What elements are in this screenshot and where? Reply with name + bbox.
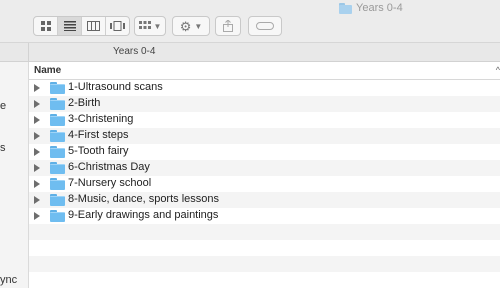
arrange-button[interactable]: ▼ <box>134 16 166 36</box>
list-view-icon <box>63 21 76 31</box>
folder-icon <box>50 82 65 94</box>
sort-ascending-icon: ^ <box>495 65 500 75</box>
item-name: 5-Tooth fairy <box>68 145 129 157</box>
window-title-label: Years 0-4 <box>356 2 403 14</box>
rows: 1-Ultrasound scans 2-Birth 3-Christening 4-… <box>29 80 500 272</box>
folder-icon <box>50 98 65 110</box>
chevron-down-icon: ▼ <box>194 21 203 31</box>
disclosure-triangle-icon[interactable] <box>34 212 40 220</box>
column-view-button[interactable] <box>82 17 106 35</box>
list-item[interactable]: 9-Early drawings and paintings <box>29 208 500 224</box>
disclosure-triangle-icon[interactable] <box>34 132 40 140</box>
icon-view-button[interactable] <box>34 17 58 35</box>
share-button[interactable] <box>215 16 241 36</box>
item-name: 3-Christening <box>68 113 134 125</box>
folder-icon <box>339 2 352 14</box>
list-item[interactable]: 3-Christening <box>29 112 500 128</box>
sidebar-item-fragment[interactable]: ync <box>0 274 17 286</box>
tag-button[interactable] <box>248 16 282 36</box>
folder-icon <box>50 210 65 222</box>
item-name: 2-Birth <box>68 97 101 109</box>
cover-flow-icon <box>110 21 125 31</box>
view-mode-group <box>33 16 130 36</box>
window-title: Years 0-4 <box>339 1 403 15</box>
name-column-header[interactable]: Name <box>34 65 61 76</box>
chevron-down-icon: ▼ <box>153 21 162 31</box>
list-item[interactable]: 8-Music, dance, sports lessons <box>29 192 500 208</box>
gear-icon: ⚙ <box>179 18 192 34</box>
folder-icon <box>50 114 65 126</box>
disclosure-triangle-icon[interactable] <box>34 164 40 172</box>
cover-flow-button[interactable] <box>106 17 129 35</box>
list-view-button[interactable] <box>58 17 82 35</box>
list-item[interactable]: 6-Christmas Day <box>29 160 500 176</box>
disclosure-triangle-icon[interactable] <box>34 84 40 92</box>
list-item[interactable]: 2-Birth <box>29 96 500 112</box>
icon-view-icon <box>40 21 51 31</box>
list-item[interactable]: 4-First steps <box>29 128 500 144</box>
disclosure-triangle-icon[interactable] <box>34 148 40 156</box>
share-icon <box>223 20 233 32</box>
arrange-grid-icon <box>138 21 151 29</box>
folder-icon <box>50 146 65 158</box>
item-name: 6-Christmas Day <box>68 161 150 173</box>
item-name: 1-Ultrasound scans <box>68 81 163 93</box>
path-bar: Years 0-4 <box>0 43 500 62</box>
empty-row <box>29 224 500 240</box>
column-view-icon <box>87 21 100 31</box>
file-list: Name ^ 1-Ultrasound scans 2-Birth 3-Christ… <box>29 62 500 288</box>
folder-icon <box>50 194 65 206</box>
list-item[interactable]: 5-Tooth fairy <box>29 144 500 160</box>
sidebar: e s ync <box>0 62 29 288</box>
item-name: 9-Early drawings and paintings <box>68 209 219 221</box>
empty-row <box>29 240 500 256</box>
disclosure-triangle-icon[interactable] <box>34 116 40 124</box>
disclosure-triangle-icon[interactable] <box>34 100 40 108</box>
item-name: 7-Nursery school <box>68 177 152 189</box>
action-button[interactable]: ⚙ ▼ <box>172 16 210 36</box>
disclosure-triangle-icon[interactable] <box>34 180 40 188</box>
folder-icon <box>50 130 65 142</box>
list-item[interactable]: 7-Nursery school <box>29 176 500 192</box>
tag-icon <box>256 22 274 30</box>
path-bar-label: Years 0-4 <box>113 46 156 57</box>
sidebar-item-fragment[interactable]: e <box>0 100 6 112</box>
item-name: 4-First steps <box>68 129 129 141</box>
empty-row <box>29 256 500 272</box>
toolbar: Years 0-4 ▼ ⚙ ▼ <box>0 0 500 43</box>
list-item[interactable]: 1-Ultrasound scans <box>29 80 500 96</box>
folder-icon <box>50 178 65 190</box>
path-bar-divider <box>28 43 29 62</box>
sidebar-item-fragment[interactable]: s <box>0 142 6 154</box>
list-header: Name ^ <box>29 62 500 80</box>
disclosure-triangle-icon[interactable] <box>34 196 40 204</box>
folder-icon <box>50 162 65 174</box>
item-name: 8-Music, dance, sports lessons <box>68 193 220 205</box>
